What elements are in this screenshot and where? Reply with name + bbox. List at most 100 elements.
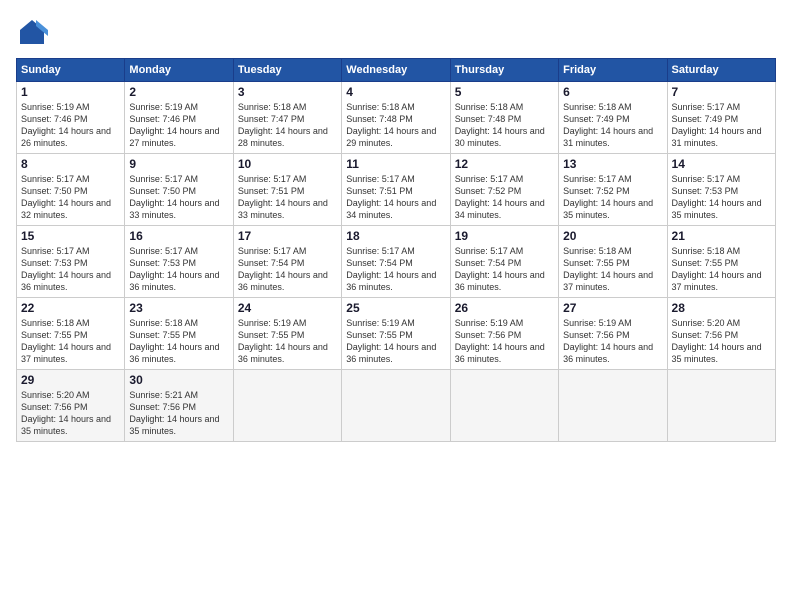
day-info: Sunrise: 5:17 AMSunset: 7:51 PMDaylight:…	[238, 173, 337, 222]
calendar-cell: 12Sunrise: 5:17 AMSunset: 7:52 PMDayligh…	[450, 154, 558, 226]
day-number: 30	[129, 373, 228, 387]
day-number: 27	[563, 301, 662, 315]
day-info: Sunrise: 5:19 AMSunset: 7:55 PMDaylight:…	[346, 317, 445, 366]
calendar-cell: 9Sunrise: 5:17 AMSunset: 7:50 PMDaylight…	[125, 154, 233, 226]
calendar-header-tuesday: Tuesday	[233, 59, 341, 82]
calendar-cell: 11 Sunrise: 5:17 AMSunset: 7:51 PMDayligh…	[342, 154, 450, 226]
calendar-cell: 15Sunrise: 5:17 AMSunset: 7:53 PMDayligh…	[17, 226, 125, 298]
calendar-cell: 10 Sunrise: 5:17 AMSunset: 7:51 PMDayligh…	[233, 154, 341, 226]
day-number: 11	[346, 157, 445, 171]
day-info: Sunrise: 5:17 AMSunset: 7:53 PMDaylight:…	[672, 173, 771, 222]
header	[16, 16, 776, 48]
calendar-week-row: 29 Sunrise: 5:20 AMSunset: 7:56 PMDayligh…	[17, 370, 776, 442]
day-info: Sunrise: 5:19 AMSunset: 7:56 PMDaylight:…	[563, 317, 662, 366]
day-info: Sunrise: 5:20 AMSunset: 7:56 PMDaylight:…	[672, 317, 771, 366]
calendar-header-row: SundayMondayTuesdayWednesdayThursdayFrid…	[17, 59, 776, 82]
day-number: 3	[238, 85, 337, 99]
calendar-cell: 5 Sunrise: 5:18 AMSunset: 7:48 PMDaylight…	[450, 82, 558, 154]
calendar-cell: 25 Sunrise: 5:19 AMSunset: 7:55 PMDayligh…	[342, 298, 450, 370]
day-info: Sunrise: 5:17 AMSunset: 7:52 PMDaylight:…	[563, 173, 662, 222]
day-info: Sunrise: 5:17 AMSunset: 7:49 PMDaylight:…	[672, 101, 771, 150]
day-info: Sunrise: 5:17 AMSunset: 7:54 PMDaylight:…	[238, 245, 337, 294]
calendar-header-thursday: Thursday	[450, 59, 558, 82]
calendar-header-friday: Friday	[559, 59, 667, 82]
calendar-cell: 17 Sunrise: 5:17 AMSunset: 7:54 PMDayligh…	[233, 226, 341, 298]
calendar-header-monday: Monday	[125, 59, 233, 82]
day-info: Sunrise: 5:18 AMSunset: 7:55 PMDaylight:…	[563, 245, 662, 294]
day-number: 2	[129, 85, 228, 99]
day-number: 5	[455, 85, 554, 99]
calendar-cell	[450, 370, 558, 442]
day-number: 15	[21, 229, 120, 243]
calendar-cell: 16 Sunrise: 5:17 AMSunset: 7:53 PMDayligh…	[125, 226, 233, 298]
day-number: 22	[21, 301, 120, 315]
day-number: 4	[346, 85, 445, 99]
day-number: 7	[672, 85, 771, 99]
day-info: Sunrise: 5:18 AMSunset: 7:49 PMDaylight:…	[563, 101, 662, 150]
day-number: 24	[238, 301, 337, 315]
calendar-cell: 24 Sunrise: 5:19 AMSunset: 7:55 PMDayligh…	[233, 298, 341, 370]
calendar-cell: 18Sunrise: 5:17 AMSunset: 7:54 PMDayligh…	[342, 226, 450, 298]
day-info: Sunrise: 5:20 AMSunset: 7:56 PMDaylight:…	[21, 389, 120, 438]
day-info: Sunrise: 5:18 AMSunset: 7:47 PMDaylight:…	[238, 101, 337, 150]
calendar-header-sunday: Sunday	[17, 59, 125, 82]
day-number: 23	[129, 301, 228, 315]
day-number: 17	[238, 229, 337, 243]
day-info: Sunrise: 5:17 AMSunset: 7:54 PMDaylight:…	[455, 245, 554, 294]
day-number: 29	[21, 373, 120, 387]
day-info: Sunrise: 5:17 AMSunset: 7:50 PMDaylight:…	[21, 173, 120, 222]
day-info: Sunrise: 5:18 AMSunset: 7:55 PMDaylight:…	[672, 245, 771, 294]
day-number: 1	[21, 85, 120, 99]
day-info: Sunrise: 5:17 AMSunset: 7:51 PMDaylight:…	[346, 173, 445, 222]
day-info: Sunrise: 5:18 AMSunset: 7:48 PMDaylight:…	[455, 101, 554, 150]
day-info: Sunrise: 5:19 AMSunset: 7:46 PMDaylight:…	[21, 101, 120, 150]
day-number: 20	[563, 229, 662, 243]
calendar-cell: 28 Sunrise: 5:20 AMSunset: 7:56 PMDayligh…	[667, 298, 775, 370]
calendar-week-row: 8 Sunrise: 5:17 AMSunset: 7:50 PMDaylight…	[17, 154, 776, 226]
calendar-cell: 13 Sunrise: 5:17 AMSunset: 7:52 PMDayligh…	[559, 154, 667, 226]
page: SundayMondayTuesdayWednesdayThursdayFrid…	[0, 0, 792, 612]
day-number: 13	[563, 157, 662, 171]
calendar-cell: 1 Sunrise: 5:19 AMSunset: 7:46 PMDaylight…	[17, 82, 125, 154]
calendar-cell	[559, 370, 667, 442]
calendar-cell: 29 Sunrise: 5:20 AMSunset: 7:56 PMDayligh…	[17, 370, 125, 442]
calendar-cell: 4 Sunrise: 5:18 AMSunset: 7:48 PMDaylight…	[342, 82, 450, 154]
calendar-cell: 30 Sunrise: 5:21 AMSunset: 7:56 PMDayligh…	[125, 370, 233, 442]
calendar-cell: 2 Sunrise: 5:19 AMSunset: 7:46 PMDaylight…	[125, 82, 233, 154]
day-number: 16	[129, 229, 228, 243]
day-number: 8	[21, 157, 120, 171]
calendar-cell: 27 Sunrise: 5:19 AMSunset: 7:56 PMDayligh…	[559, 298, 667, 370]
day-info: Sunrise: 5:17 AMSunset: 7:54 PMDaylight:…	[346, 245, 445, 294]
calendar-cell: 3 Sunrise: 5:18 AMSunset: 7:47 PMDaylight…	[233, 82, 341, 154]
day-info: Sunrise: 5:19 AMSunset: 7:56 PMDaylight:…	[455, 317, 554, 366]
day-number: 19	[455, 229, 554, 243]
day-info: Sunrise: 5:21 AMSunset: 7:56 PMDaylight:…	[129, 389, 228, 438]
day-number: 6	[563, 85, 662, 99]
calendar-cell: 14 Sunrise: 5:17 AMSunset: 7:53 PMDayligh…	[667, 154, 775, 226]
calendar-cell: 19 Sunrise: 5:17 AMSunset: 7:54 PMDayligh…	[450, 226, 558, 298]
day-number: 12	[455, 157, 554, 171]
day-info: Sunrise: 5:19 AMSunset: 7:55 PMDaylight:…	[238, 317, 337, 366]
logo	[16, 16, 52, 48]
calendar-cell: 23Sunrise: 5:18 AMSunset: 7:55 PMDayligh…	[125, 298, 233, 370]
calendar-header-wednesday: Wednesday	[342, 59, 450, 82]
day-number: 25	[346, 301, 445, 315]
day-number: 28	[672, 301, 771, 315]
day-number: 9	[129, 157, 228, 171]
day-number: 21	[672, 229, 771, 243]
calendar-cell: 22Sunrise: 5:18 AMSunset: 7:55 PMDayligh…	[17, 298, 125, 370]
calendar-cell: 6 Sunrise: 5:18 AMSunset: 7:49 PMDaylight…	[559, 82, 667, 154]
logo-icon	[16, 16, 48, 48]
day-info: Sunrise: 5:18 AMSunset: 7:48 PMDaylight:…	[346, 101, 445, 150]
day-number: 14	[672, 157, 771, 171]
calendar-cell: 8 Sunrise: 5:17 AMSunset: 7:50 PMDaylight…	[17, 154, 125, 226]
day-info: Sunrise: 5:19 AMSunset: 7:46 PMDaylight:…	[129, 101, 228, 150]
calendar-table: SundayMondayTuesdayWednesdayThursdayFrid…	[16, 58, 776, 442]
day-info: Sunrise: 5:17 AMSunset: 7:53 PMDaylight:…	[129, 245, 228, 294]
day-number: 26	[455, 301, 554, 315]
calendar-cell	[667, 370, 775, 442]
calendar-cell: 21 Sunrise: 5:18 AMSunset: 7:55 PMDayligh…	[667, 226, 775, 298]
calendar-week-row: 1 Sunrise: 5:19 AMSunset: 7:46 PMDaylight…	[17, 82, 776, 154]
day-number: 10	[238, 157, 337, 171]
calendar-cell: 20 Sunrise: 5:18 AMSunset: 7:55 PMDayligh…	[559, 226, 667, 298]
